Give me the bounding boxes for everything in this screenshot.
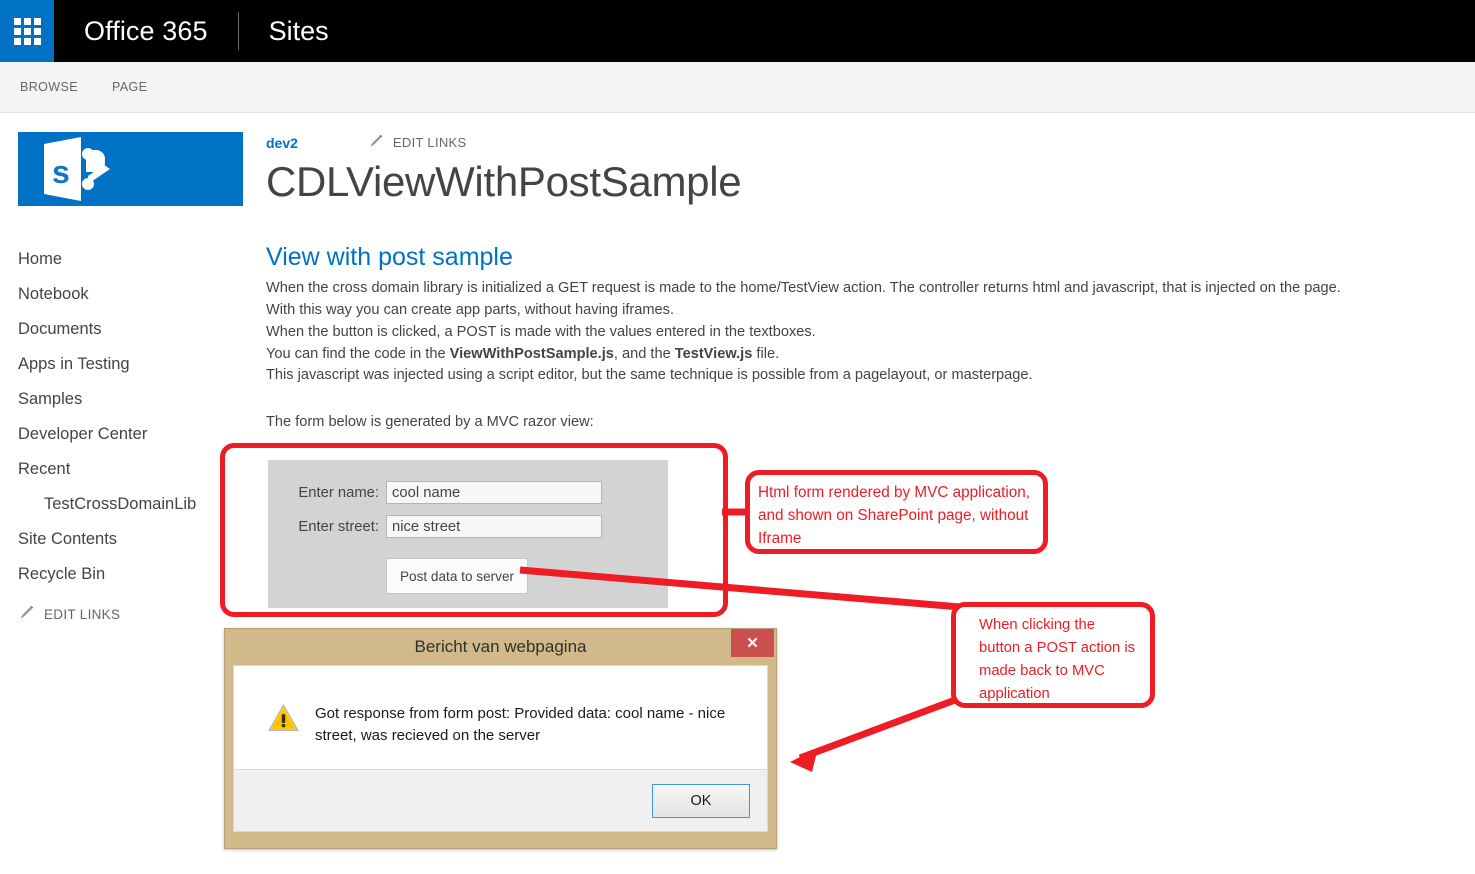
suite-section-sites[interactable]: Sites (239, 0, 329, 62)
name-input[interactable] (386, 481, 602, 504)
callout-1-line-3: Iframe (758, 530, 802, 547)
breadcrumb: dev2 EDIT LINKS (266, 112, 1475, 152)
form-row-name: Enter name: (268, 460, 668, 504)
dialog-body: Got response from form post: Provided da… (233, 665, 768, 770)
sidebar-item-documents[interactable]: Documents (0, 312, 250, 347)
body-line-4: You can find the code in the ViewWithPos… (266, 345, 780, 362)
header-edit-links-button[interactable]: EDIT LINKS (368, 133, 467, 152)
sidebar-item-recycle-bin[interactable]: Recycle Bin (0, 557, 250, 592)
ribbon-bar: BROWSE PAGE (0, 62, 1475, 113)
annotation-callout-post: When clicking the button a POST action i… (951, 602, 1155, 708)
suite-bar: Office 365 Sites (0, 0, 1475, 62)
svg-text:s: s (52, 154, 70, 190)
callout-2-line-1: When clicking the (979, 617, 1095, 633)
callout-2-line-3: made back to MVC (979, 663, 1105, 679)
name-label: Enter name: (298, 484, 379, 501)
sidebar-edit-links-button[interactable]: EDIT LINKS (18, 604, 120, 624)
callout-2-line-2: button a POST action is (979, 640, 1136, 656)
sidebar-item-site-contents[interactable]: Site Contents (0, 522, 250, 557)
body-line-3: When the button is clicked, a POST is ma… (266, 323, 816, 340)
sidebar-item-recent[interactable]: Recent (0, 452, 250, 487)
dialog-title: Bericht van webpagina (414, 637, 587, 656)
webpage-message-dialog: Bericht van webpagina ✕ Got response fro… (224, 628, 777, 849)
sidebar-item-testcrossdomainlib[interactable]: TestCrossDomainLib (0, 487, 250, 522)
callout-1-line-1: Html form rendered by MVC application, (758, 484, 1031, 501)
close-icon[interactable]: ✕ (731, 629, 774, 657)
section-heading: View with post sample (266, 243, 513, 272)
page-title: CDLViewWithPostSample (266, 158, 742, 205)
form-intro-text: The form below is generated by a MVC raz… (266, 414, 594, 431)
header-edit-links-label: EDIT LINKS (392, 135, 467, 150)
pencil-icon (368, 133, 384, 152)
street-input[interactable] (386, 515, 602, 538)
tab-page[interactable]: PAGE (96, 80, 163, 94)
post-data-to-server-button[interactable]: Post data to server (386, 558, 528, 594)
sidebar-item-home[interactable]: Home (0, 242, 250, 277)
pencil-icon (18, 604, 35, 624)
tab-browse[interactable]: BROWSE (4, 80, 94, 94)
body-line-1: When the cross domain library is initial… (266, 280, 1341, 297)
sidebar-edit-links-label: EDIT LINKS (44, 606, 121, 622)
street-label: Enter street: (298, 518, 379, 535)
sidebar-item-samples[interactable]: Samples (0, 382, 250, 417)
callout-2-line-4: application (979, 686, 1050, 702)
sidebar-item-apps-in-testing[interactable]: Apps in Testing (0, 347, 250, 382)
body-line-2: With this way you can create app parts, … (266, 302, 675, 319)
waffle-grid-icon (13, 17, 41, 45)
app-launcher-button[interactable] (0, 0, 54, 62)
callout-1-line-2: and shown on SharePoint page, without (758, 507, 1029, 524)
nav-list: Home Notebook Documents Apps in Testing … (0, 242, 250, 592)
main-content: dev2 EDIT LINKS CDLViewWithPostSample Vi… (266, 112, 1475, 608)
sidebar-item-developer-center[interactable]: Developer Center (0, 417, 250, 452)
warning-triangle-icon (267, 703, 300, 738)
dialog-ok-button[interactable]: OK (652, 783, 750, 818)
body-text: When the cross domain library is initial… (266, 278, 1475, 387)
annotation-callout-form: Html form rendered by MVC application, a… (745, 470, 1048, 554)
sidebar-item-notebook[interactable]: Notebook (0, 277, 250, 312)
office-365-brand[interactable]: Office 365 (54, 0, 208, 62)
dialog-footer: OK (233, 770, 768, 832)
mvc-razor-form: Enter name: Enter street: Post data to s… (268, 460, 668, 608)
form-row-street: Enter street: (268, 504, 668, 538)
body-line-5: This javascript was injected using a scr… (266, 367, 1033, 384)
breadcrumb-site-link[interactable]: dev2 (266, 135, 298, 151)
dialog-message: Got response from form post: Provided da… (315, 705, 726, 744)
dialog-titlebar: Bericht van webpagina ✕ (225, 629, 776, 665)
sharepoint-logo-icon[interactable]: s (18, 132, 243, 206)
